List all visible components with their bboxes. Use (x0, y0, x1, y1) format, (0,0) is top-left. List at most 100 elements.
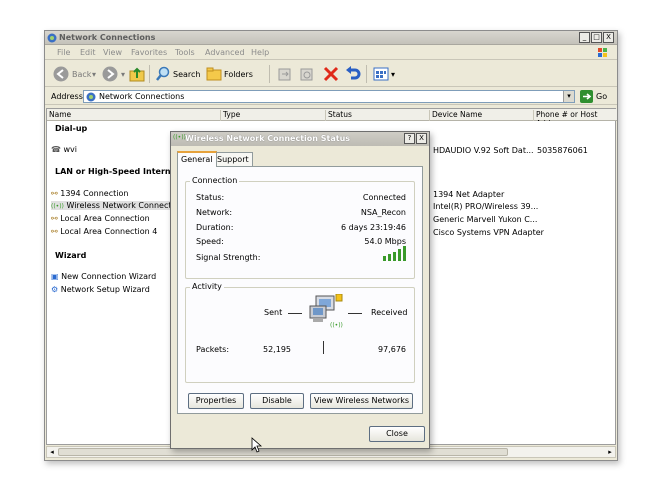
packets-sent-value: 52,195 (263, 345, 291, 354)
status-value: Connected (362, 193, 406, 202)
list-item-local-area-4[interactable]: ⚯ Local Area Connection 4 (51, 227, 157, 236)
network-connections-icon (47, 33, 57, 43)
sent-label: Sent (264, 308, 283, 317)
lan-connection-icon: ⚯ (51, 227, 58, 236)
list-item-wvi[interactable]: ☎ wvi (51, 145, 77, 154)
list-item-local-area[interactable]: ⚯ Local Area Connection (51, 214, 150, 223)
delete-icon[interactable] (323, 66, 339, 82)
packets-label: Packets: (196, 345, 230, 354)
back-dropdown-icon[interactable]: ▾ (92, 70, 96, 79)
tab-general[interactable]: General (177, 151, 217, 167)
move-to-icon[interactable] (277, 66, 293, 82)
menu-file[interactable]: File (57, 48, 70, 57)
maximize-button[interactable]: □ (591, 32, 602, 43)
toolbar: Back ▾ ▾ Search Folders ▾ (45, 61, 617, 87)
go-button[interactable]: Go (596, 92, 607, 101)
group-dialup: Dial-up (55, 124, 88, 133)
dialog-close-x-button[interactable]: X (416, 133, 427, 144)
toolbar-separator (269, 65, 270, 83)
column-status[interactable]: Status (326, 110, 430, 121)
list-item-new-connection-wizard[interactable]: ▣ New Connection Wizard (51, 272, 156, 281)
column-device-name[interactable]: Device Name (430, 110, 534, 121)
list-item-network-setup-wizard[interactable]: ⚙ Network Setup Wizard (51, 285, 150, 294)
menu-advanced[interactable]: Advanced (205, 48, 245, 57)
menu-favorites[interactable]: Favorites (131, 48, 167, 57)
column-phone[interactable]: Phone # or Host Addre (534, 110, 617, 121)
cell-device-name: Generic Marvell Yukon C... (433, 215, 538, 224)
folders-icon (206, 67, 222, 81)
wizard-icon: ⚙ (51, 285, 59, 294)
close-button[interactable]: X (603, 32, 614, 43)
back-button[interactable]: Back (72, 70, 91, 79)
search-button[interactable]: Search (173, 70, 200, 79)
menu-help[interactable]: Help (251, 48, 269, 57)
views-icon[interactable] (373, 66, 389, 82)
signal-strength-bars-icon (383, 246, 406, 261)
folders-button[interactable]: Folders (224, 70, 253, 79)
speed-label: Speed: (196, 237, 224, 246)
speed-value: 54.0 Mbps (364, 237, 406, 246)
wizard-icon: ▣ (51, 272, 59, 281)
scroll-thumb[interactable] (58, 448, 508, 456)
tab-support[interactable]: Support (213, 152, 253, 166)
wireless-status-dialog: ((•)) Wireless Network Connection Status… (170, 131, 430, 453)
item-label: 1394 Connection (60, 189, 129, 198)
minimize-button[interactable]: _ (579, 32, 590, 43)
cell-phone: 5035876061 (537, 146, 588, 155)
received-label: Received (371, 308, 408, 317)
close-dialog-button[interactable]: Close (369, 426, 425, 442)
column-name[interactable]: Name (47, 110, 221, 121)
duration-label: Duration: (196, 223, 234, 232)
up-folder-icon[interactable] (129, 66, 145, 82)
dialog-title-bar[interactable]: ((•)) Wireless Network Connection Status… (171, 132, 429, 146)
address-field[interactable]: Network Connections ▾ (83, 90, 575, 103)
item-label: Network Setup Wizard (60, 285, 150, 294)
network-label: Network: (196, 208, 233, 217)
cell-device-name: 1394 Net Adapter (433, 190, 505, 199)
menu-view[interactable]: View (103, 48, 122, 57)
lan-connection-icon: ⚯ (51, 189, 58, 198)
item-label: Wireless Network Connection (66, 201, 184, 210)
views-dropdown-icon[interactable]: ▾ (391, 70, 395, 79)
copy-to-icon[interactable] (299, 66, 315, 82)
list-item-wireless[interactable]: ((•)) Wireless Network Connection (51, 201, 184, 210)
network-connections-icon (86, 92, 96, 102)
disable-button[interactable]: Disable (250, 393, 304, 409)
column-type[interactable]: Type (221, 110, 326, 121)
menu-edit[interactable]: Edit (80, 48, 96, 57)
scroll-right-icon[interactable]: ▸ (605, 447, 615, 457)
dialog-title: Wireless Network Connection Status (185, 134, 351, 143)
properties-button[interactable]: Properties (188, 393, 244, 409)
network-value: NSA_Recon (360, 208, 406, 217)
connection-group: Connection Status: Connected Network: NS… (185, 176, 415, 279)
go-arrow-icon[interactable] (580, 90, 593, 103)
menu-tools[interactable]: Tools (175, 48, 195, 57)
activity-group-label: Activity (190, 282, 224, 291)
item-label: New Connection Wizard (61, 272, 157, 281)
back-arrow-icon[interactable] (53, 66, 69, 82)
toolbar-separator (366, 65, 367, 83)
list-item-1394[interactable]: ⚯ 1394 Connection (51, 189, 128, 198)
forward-dropdown-icon[interactable]: ▾ (121, 70, 125, 79)
title-bar[interactable]: Network Connections _ □ X (45, 31, 617, 45)
address-dropdown-icon[interactable]: ▾ (563, 91, 574, 102)
menu-bar: File Edit View Favorites Tools Advanced … (45, 46, 617, 60)
packets-divider (323, 341, 324, 354)
dialup-icon: ☎ (51, 145, 61, 154)
view-wireless-networks-button[interactable]: View Wireless Networks (310, 393, 413, 409)
wireless-icon: ((•)) (173, 134, 186, 141)
sent-line (288, 313, 302, 314)
mouse-cursor-icon (251, 437, 263, 453)
address-bar: Address Network Connections ▾ Go (45, 88, 617, 105)
forward-arrow-icon[interactable] (102, 66, 118, 82)
dialog-help-button[interactable]: ? (404, 133, 415, 144)
search-icon (156, 66, 170, 81)
column-header: Name Type Status Device Name Phone # or … (47, 109, 617, 121)
duration-value: 6 days 23:19:46 (341, 223, 406, 232)
scroll-left-icon[interactable]: ◂ (47, 447, 57, 457)
window-title: Network Connections (59, 33, 156, 42)
undo-icon[interactable] (345, 66, 361, 82)
item-label: wvi (63, 145, 78, 154)
address-value: Network Connections (99, 92, 185, 101)
status-label: Status: (196, 193, 225, 202)
